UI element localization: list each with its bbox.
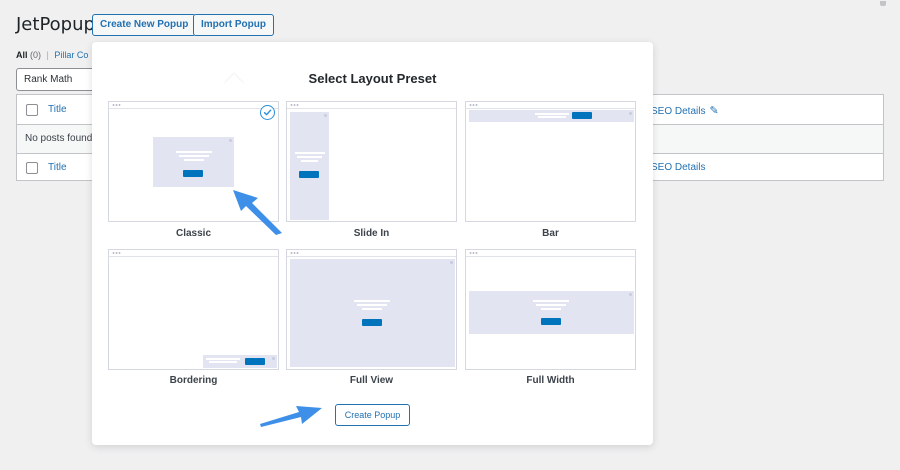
page-title: JetPopup xyxy=(16,14,95,35)
preset-label-full-width: Full Width xyxy=(526,375,575,386)
create-popup-button[interactable]: Create Popup xyxy=(335,404,410,426)
import-popup-button[interactable]: Import Popup xyxy=(193,14,274,36)
preset-window-bar xyxy=(109,250,278,257)
preset-label-bordering: Bordering xyxy=(169,375,218,386)
filter-pillar[interactable]: Pillar Co xyxy=(54,50,88,60)
preset-popup-preview xyxy=(469,110,634,122)
column-seo-label[interactable]: SEO Details xyxy=(651,106,705,117)
preset-full-width[interactable] xyxy=(465,249,636,370)
column-seo-details-footer[interactable]: SEO Details xyxy=(651,162,705,173)
preset-popup-preview xyxy=(153,137,234,187)
seo-filter-select[interactable]: Rank Math xyxy=(16,68,104,91)
arrow-pointer-icon xyxy=(233,190,282,235)
no-posts-message: No posts found. xyxy=(25,133,96,144)
preset-bordering[interactable] xyxy=(108,249,279,370)
select-all-checkbox[interactable] xyxy=(26,104,38,116)
screen-options-tab[interactable] xyxy=(880,1,886,6)
status-filters: All (0) | Pillar Co xyxy=(16,50,88,60)
preset-slide-in[interactable] xyxy=(286,101,457,222)
preset-window-bar xyxy=(466,250,635,257)
pencil-icon[interactable]: ✎ xyxy=(709,104,718,117)
column-title[interactable]: Title xyxy=(48,104,67,115)
preset-label-full-view: Full View xyxy=(349,375,394,386)
preset-window-bar xyxy=(109,102,278,109)
arrow-pointer-icon xyxy=(260,406,322,427)
preset-popup-preview xyxy=(469,291,634,334)
layout-preset-modal: Select Layout Preset Classic Slide In Ba… xyxy=(92,42,653,445)
select-all-checkbox-footer[interactable] xyxy=(26,162,38,174)
column-seo-details: SEO Details ✎ xyxy=(651,104,719,117)
preset-label-slide-in: Slide In xyxy=(353,228,390,239)
preset-window-bar xyxy=(287,102,456,109)
preset-full-view[interactable] xyxy=(286,249,457,370)
preset-popup-preview xyxy=(290,259,455,367)
column-title-footer[interactable]: Title xyxy=(48,162,67,173)
filter-all[interactable]: All xyxy=(16,50,28,60)
preset-popup-preview xyxy=(290,112,329,220)
filter-separator: | xyxy=(46,50,49,60)
preset-label-bar: Bar xyxy=(542,228,559,239)
preset-window-bar xyxy=(466,102,635,109)
filter-all-count: (0) xyxy=(30,50,42,60)
create-new-popup-button[interactable]: Create New Popup xyxy=(92,14,197,36)
preset-popup-preview xyxy=(203,355,277,368)
preset-window-bar xyxy=(287,250,456,257)
preset-bar[interactable] xyxy=(465,101,636,222)
modal-title: Select Layout Preset xyxy=(308,71,437,86)
check-circle-icon xyxy=(260,105,275,120)
